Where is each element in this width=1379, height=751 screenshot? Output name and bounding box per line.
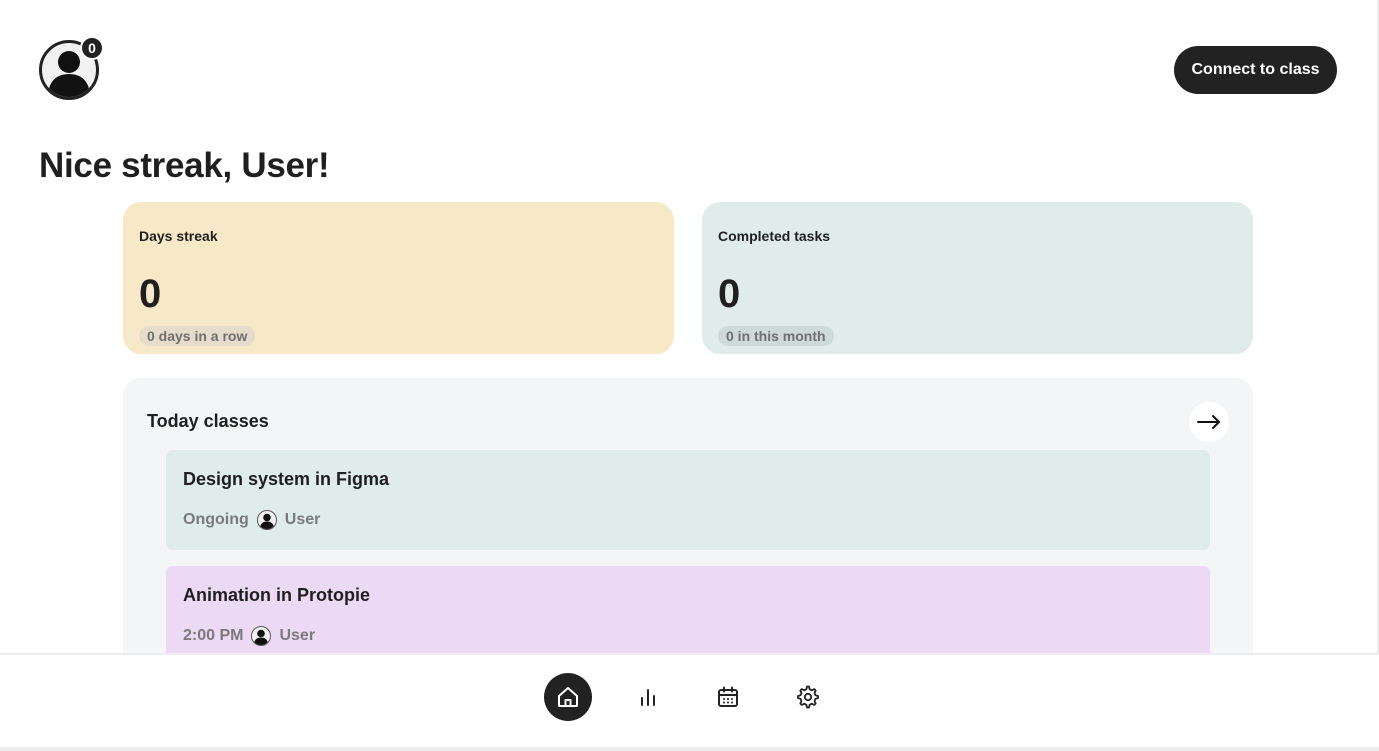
view-all-classes-button[interactable] <box>1189 402 1229 442</box>
bottom-navigation <box>0 653 1379 751</box>
stat-subtitle-badge: 0 days in a row <box>139 326 256 346</box>
stat-value: 0 <box>718 272 741 316</box>
arrow-right-icon <box>1197 415 1220 429</box>
nav-statistics-button[interactable] <box>624 673 672 721</box>
profile-avatar-wrapper[interactable]: 0 <box>39 36 104 100</box>
class-name: Animation in Protopie <box>183 585 370 605</box>
stat-title: Days streak <box>139 228 218 244</box>
section-title: Today classes <box>147 411 269 431</box>
class-card[interactable]: Animation in Protopie 2:00 PM User <box>166 566 1210 653</box>
teacher-name: User <box>279 627 316 644</box>
class-time: 2:00 PM <box>183 627 244 644</box>
nav-settings-button[interactable] <box>784 673 832 721</box>
connect-to-class-button[interactable]: Connect to class <box>1174 46 1337 94</box>
main-scroll-area[interactable]: 0 Connect to class Nice streak, User! Da… <box>0 0 1379 653</box>
notification-badge: 0 <box>80 36 104 60</box>
stat-title: Completed tasks <box>718 228 831 244</box>
user-silhouette-icon <box>259 513 274 529</box>
class-card[interactable]: Design system in Figma Ongoing User <box>166 450 1210 550</box>
stat-subtitle-badge: 0 in this month <box>718 326 834 346</box>
stat-value: 0 <box>139 272 162 316</box>
teacher-avatar <box>251 626 272 646</box>
teacher-name: User <box>284 511 321 528</box>
nav-calendar-button[interactable] <box>704 673 752 721</box>
bar-chart-icon <box>641 689 655 706</box>
class-meta: 2:00 PM User <box>183 626 315 646</box>
page-title: Nice streak, User! <box>39 146 330 185</box>
user-silhouette-icon <box>254 629 269 645</box>
today-classes-panel: Today classes Design system in Figma Ong… <box>123 378 1253 653</box>
class-meta: Ongoing User <box>183 510 320 530</box>
class-status: Ongoing <box>183 511 249 528</box>
home-icon <box>558 687 578 707</box>
nav-home-button[interactable] <box>544 673 592 721</box>
completed-tasks-card: Completed tasks 0 0 in this month <box>702 202 1253 354</box>
settings-icon <box>797 685 819 709</box>
class-name: Design system in Figma <box>183 469 390 489</box>
calendar-icon <box>718 686 738 707</box>
teacher-avatar <box>256 510 277 530</box>
app-page: 0 Connect to class Nice streak, User! Da… <box>0 0 1379 751</box>
days-streak-card: Days streak 0 0 days in a row <box>123 202 674 354</box>
